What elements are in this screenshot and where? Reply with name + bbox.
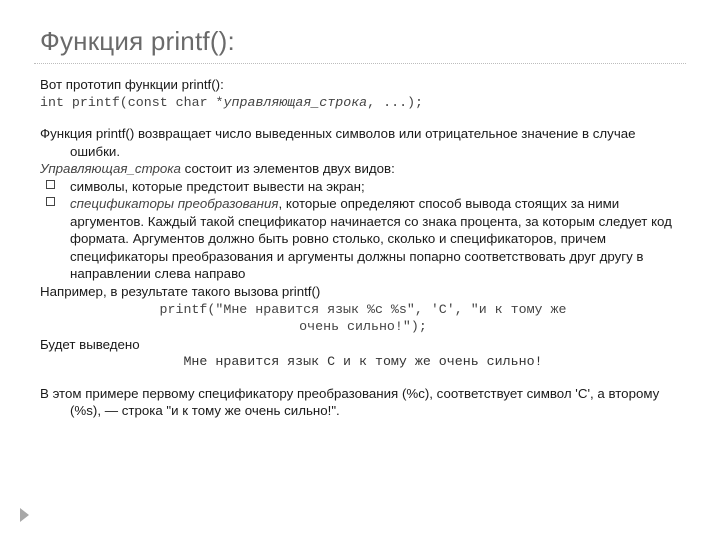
example-intro: Например, в результате такого вызова pri… [40,283,686,301]
ustr-sent: Управляющая_строка состоит из элементов … [40,160,686,178]
proto-italic: управляющая_строка [224,95,368,110]
prototype-line: int printf(const char *управляющая_строк… [40,94,686,112]
output-label: Будет выведено [40,336,686,354]
slide-body: Вот прототип функции printf(): int print… [34,76,686,420]
bullet-1-text: символы, которые предстоит вывести на эк… [70,179,365,194]
slide-title: Функция printf(): [34,26,686,57]
final-paragraph: В этом примере первому спецификатору пре… [40,385,686,420]
proto-prefix: int printf(const char * [40,95,224,110]
bullet-item-1: символы, которые предстоит вывести на эк… [40,178,686,196]
next-slide-icon[interactable] [20,508,29,522]
bullet-item-2: спецификаторы преобразования, которые оп… [40,195,686,283]
intro-line: Вот прототип функции printf(): [40,76,686,94]
output-text: Мне нравится язык C и к тому же очень си… [40,353,686,371]
proto-suffix: , ...); [367,95,423,110]
square-bullet-icon [46,180,55,189]
square-bullet-icon [46,197,55,206]
example-code-line2: очень сильно!"); [40,318,686,336]
ustr-rest: состоит из элементов двух видов: [181,161,395,176]
bullet-list: символы, которые предстоит вывести на эк… [40,178,686,283]
ustr-italic: Управляющая_строка [40,161,181,176]
example-code-line1: printf("Мне нравится язык %c %s", 'C', "… [40,301,686,319]
title-divider [34,63,686,64]
bullet-2-italic: спецификаторы преобразования [70,196,279,211]
return-desc: Функция printf() возвращает число выведе… [40,125,686,160]
